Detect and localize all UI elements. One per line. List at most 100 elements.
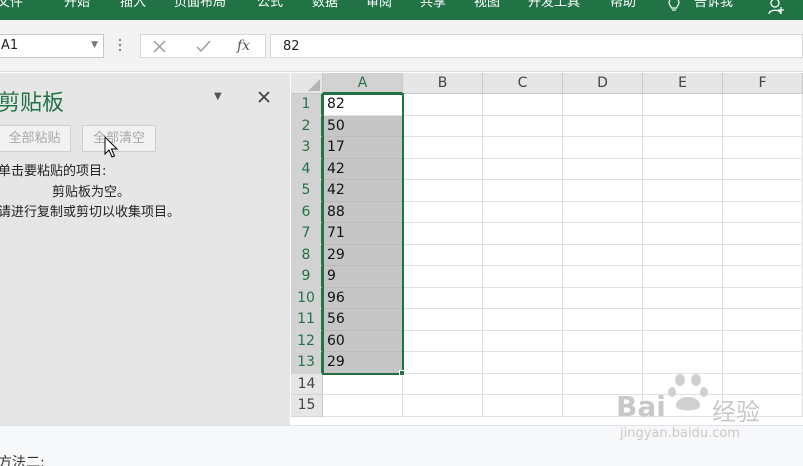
cell-c10[interactable] <box>483 287 563 309</box>
cell-a9[interactable]: 9 <box>323 266 403 288</box>
tab-help[interactable]: 帮助 <box>610 0 636 11</box>
cell-b4[interactable] <box>403 158 483 180</box>
cell-b6[interactable] <box>403 201 483 223</box>
cell-d6[interactable] <box>563 201 643 223</box>
column-header-d[interactable]: D <box>563 73 643 94</box>
cell-a11[interactable]: 56 <box>323 309 403 331</box>
cell-d11[interactable] <box>563 309 643 331</box>
cell-d2[interactable] <box>563 115 643 137</box>
row-header-10[interactable]: 10 <box>291 287 323 309</box>
cell-e4[interactable] <box>643 158 723 180</box>
cell-d1[interactable] <box>563 94 643 116</box>
cell-c1[interactable] <box>483 94 563 116</box>
cell-f5[interactable] <box>723 180 803 202</box>
tab-developer[interactable]: 开发工具 <box>528 0 580 11</box>
share-user-icon[interactable] <box>768 0 784 14</box>
cell-a12[interactable]: 60 <box>323 330 403 352</box>
cell-e13[interactable] <box>643 352 723 374</box>
cell-d9[interactable] <box>563 266 643 288</box>
row-header-11[interactable]: 11 <box>291 309 323 331</box>
cell-e2[interactable] <box>643 115 723 137</box>
cell-a3[interactable]: 17 <box>323 137 403 159</box>
cell-f13[interactable] <box>723 352 803 374</box>
cell-c14[interactable] <box>483 373 563 395</box>
row-header-14[interactable]: 14 <box>291 373 323 395</box>
cell-f11[interactable] <box>723 309 803 331</box>
cell-e1[interactable] <box>643 94 723 116</box>
cell-e8[interactable] <box>643 244 723 266</box>
paste-all-button[interactable]: 全部粘贴 <box>0 125 71 152</box>
cell-a10[interactable]: 96 <box>323 287 403 309</box>
tab-share[interactable]: 共享 <box>420 0 446 11</box>
cell-a5[interactable]: 42 <box>323 180 403 202</box>
cell-c8[interactable] <box>483 244 563 266</box>
cell-f6[interactable] <box>723 201 803 223</box>
cell-f8[interactable] <box>723 244 803 266</box>
cell-b14[interactable] <box>403 373 483 395</box>
cell-f4[interactable] <box>723 158 803 180</box>
cell-d10[interactable] <box>563 287 643 309</box>
cell-d4[interactable] <box>563 158 643 180</box>
cell-b13[interactable] <box>403 352 483 374</box>
row-header-13[interactable]: 13 <box>291 352 323 374</box>
cell-e3[interactable] <box>643 137 723 159</box>
cell-a7[interactable]: 71 <box>323 223 403 245</box>
row-header-15[interactable]: 15 <box>291 395 323 417</box>
cell-a6[interactable]: 88 <box>323 201 403 223</box>
cell-c12[interactable] <box>483 330 563 352</box>
cell-a15[interactable] <box>323 395 403 417</box>
cell-b1[interactable] <box>403 94 483 116</box>
cell-b7[interactable] <box>403 223 483 245</box>
formula-input[interactable]: 82 <box>270 34 803 58</box>
cell-f1[interactable] <box>723 94 803 116</box>
column-header-f[interactable]: F <box>723 73 803 94</box>
cell-a4[interactable]: 42 <box>323 158 403 180</box>
cell-c5[interactable] <box>483 180 563 202</box>
row-header-2[interactable]: 2 <box>291 115 323 137</box>
cell-f9[interactable] <box>723 266 803 288</box>
cell-b5[interactable] <box>403 180 483 202</box>
cell-c15[interactable] <box>483 395 563 417</box>
cell-f7[interactable] <box>723 223 803 245</box>
chevron-down-icon[interactable]: ▼ <box>91 40 98 50</box>
cell-b12[interactable] <box>403 330 483 352</box>
column-header-a[interactable]: A <box>323 73 403 94</box>
cell-a8[interactable]: 29 <box>323 244 403 266</box>
cell-b3[interactable] <box>403 137 483 159</box>
cell-c4[interactable] <box>483 158 563 180</box>
column-header-c[interactable]: C <box>483 73 563 94</box>
cell-e5[interactable] <box>643 180 723 202</box>
cell-b9[interactable] <box>403 266 483 288</box>
cell-e9[interactable] <box>643 266 723 288</box>
cell-a14[interactable] <box>323 373 403 395</box>
tab-page-layout[interactable]: 页面布局 <box>174 0 226 11</box>
cell-c13[interactable] <box>483 352 563 374</box>
column-header-e[interactable]: E <box>643 73 723 94</box>
tab-data[interactable]: 数据 <box>312 0 338 11</box>
fill-handle[interactable] <box>399 369 405 376</box>
insert-function-icon[interactable]: fx <box>237 38 250 54</box>
cell-c3[interactable] <box>483 137 563 159</box>
cell-d8[interactable] <box>563 244 643 266</box>
tab-home[interactable]: 开始 <box>64 0 90 11</box>
close-icon[interactable] <box>258 91 270 103</box>
cell-e11[interactable] <box>643 309 723 331</box>
row-header-5[interactable]: 5 <box>291 180 323 202</box>
tab-formulas[interactable]: 公式 <box>257 0 283 11</box>
row-header-1[interactable]: 1 <box>291 94 323 116</box>
cell-c7[interactable] <box>483 223 563 245</box>
tab-file[interactable]: 文件 <box>0 0 23 11</box>
cell-c6[interactable] <box>483 201 563 223</box>
cell-d7[interactable] <box>563 223 643 245</box>
cell-a1[interactable]: 82 <box>323 94 403 116</box>
clear-all-button[interactable]: 全部清空 <box>82 125 156 152</box>
tab-insert[interactable]: 插入 <box>120 0 146 11</box>
name-box[interactable]: A1 ▼ <box>0 34 104 58</box>
cell-b8[interactable] <box>403 244 483 266</box>
cell-c11[interactable] <box>483 309 563 331</box>
cell-b11[interactable] <box>403 309 483 331</box>
cell-f3[interactable] <box>723 137 803 159</box>
cell-b2[interactable] <box>403 115 483 137</box>
cell-b10[interactable] <box>403 287 483 309</box>
pane-options-chevron-icon[interactable]: ▼ <box>214 91 222 102</box>
